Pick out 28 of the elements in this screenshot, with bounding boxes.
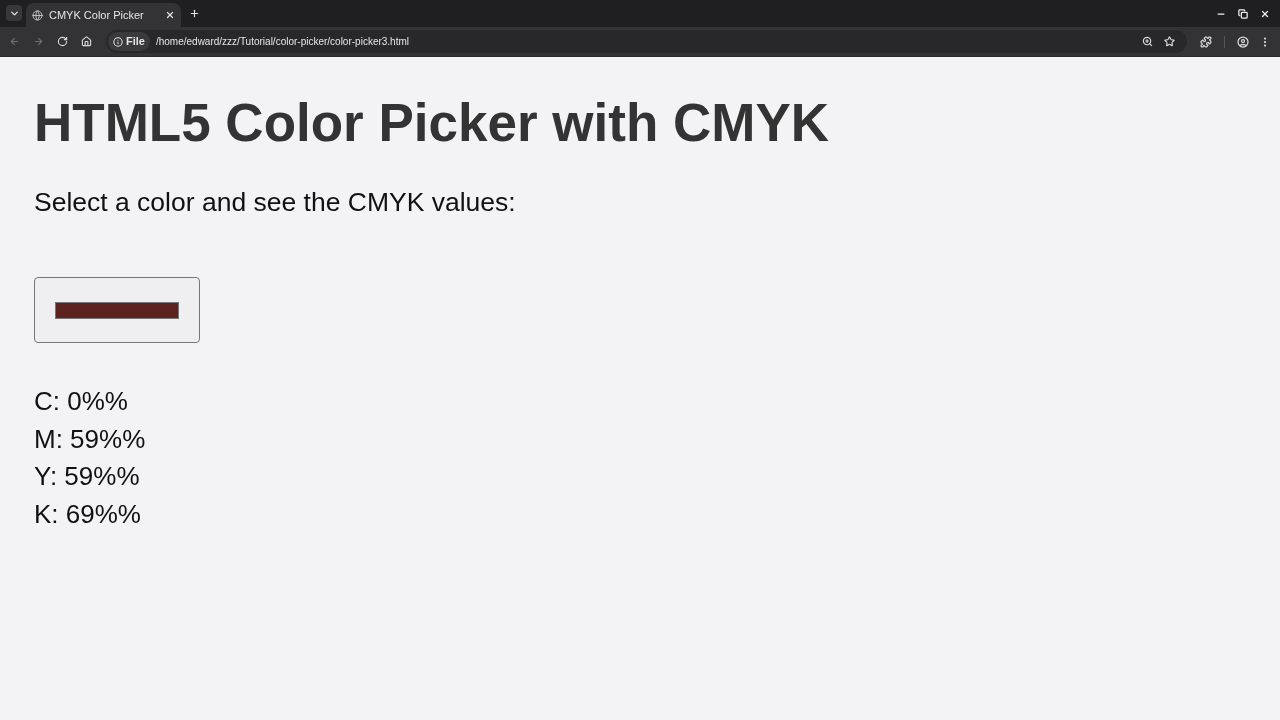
site-info-chip[interactable]: File — [108, 32, 150, 51]
forward-arrow-icon[interactable] — [33, 36, 44, 47]
browser-tab[interactable]: CMYK Color Picker — [26, 3, 181, 27]
reload-icon[interactable] — [57, 36, 68, 47]
cmyk-value: C: 0%% — [34, 385, 129, 418]
globe-icon — [32, 9, 43, 21]
profile-icon[interactable] — [1237, 35, 1249, 48]
new-tab-icon[interactable] — [189, 8, 200, 19]
info-icon — [113, 36, 123, 47]
intro-text: Select a color and see the CMYK values: — [34, 187, 516, 218]
close-tab-icon[interactable] — [165, 10, 175, 20]
tab-list-button[interactable] — [6, 5, 22, 21]
tab-title: CMYK Color Picker — [49, 7, 145, 23]
cmyk-value: M: 59%% — [34, 422, 146, 456]
puzzle-icon[interactable] — [1200, 35, 1212, 48]
cmyk-value: Y: 59%% — [34, 460, 141, 493]
cmyk-value: K: 69%% — [34, 497, 142, 531]
color-input[interactable] — [34, 277, 200, 343]
url-text: /home/edward/zzz/Tutorial/color-picker/color-picker3.html — [155, 35, 410, 49]
zoom-in-icon[interactable] — [1142, 36, 1153, 47]
back-arrow-icon[interactable] — [9, 36, 20, 47]
star-icon[interactable] — [1164, 36, 1175, 47]
chip-label: File — [126, 34, 145, 50]
page-heading: HTML5 Color Picker with CMYK — [34, 92, 830, 154]
close-window-icon[interactable] — [1260, 9, 1270, 19]
restore-icon[interactable] — [1238, 9, 1248, 19]
address-bar[interactable]: File /home/edward/zzz/Tutorial/color-picker/color-picker3.html — [106, 30, 1187, 53]
home-icon[interactable] — [81, 36, 92, 47]
